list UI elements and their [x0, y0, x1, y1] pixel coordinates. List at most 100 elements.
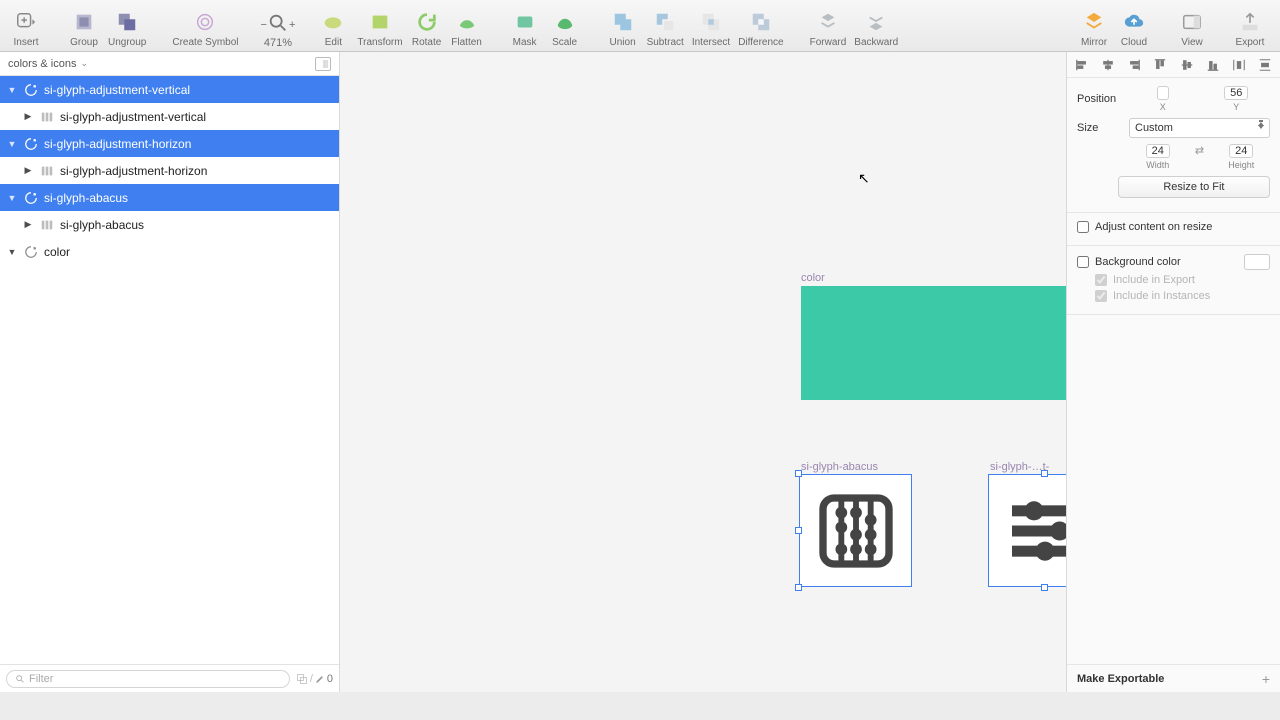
magnifier-icon[interactable]: [267, 12, 289, 37]
flatten-button[interactable]: Flatten: [447, 9, 487, 49]
search-icon: [15, 674, 25, 684]
artboard-abacus[interactable]: [799, 474, 912, 587]
layer-row[interactable]: ▶si-glyph-adjustment-horizon: [0, 157, 339, 184]
resize-options-section: Adjust content on resize: [1067, 213, 1280, 246]
mirror-button[interactable]: Mirror: [1074, 9, 1114, 49]
insert-button[interactable]: Insert: [6, 9, 46, 49]
height-input[interactable]: 24: [1229, 144, 1253, 158]
backward-button[interactable]: Backward: [850, 9, 902, 49]
canvas[interactable]: ↖ color si-glyph-abacus si-glyph-…t-hori…: [340, 52, 1066, 692]
cloud-button[interactable]: Cloud: [1114, 9, 1154, 49]
symbol-icon: [192, 9, 218, 35]
view-icon: [1179, 9, 1205, 35]
transform-button[interactable]: Transform: [353, 9, 406, 49]
mirror-icon: [1081, 9, 1107, 35]
artboard-label-abacus[interactable]: si-glyph-abacus: [801, 461, 878, 473]
abacus-glyph-icon: [812, 487, 900, 575]
zoom-in-button[interactable]: +: [289, 19, 295, 31]
background-color-checkbox[interactable]: Background color: [1077, 254, 1270, 270]
include-export-checkbox: Include in Export: [1077, 274, 1270, 286]
disclosure-open-icon[interactable]: ▼: [6, 247, 18, 257]
toolbar: Insert Group Ungroup Create Symbol − + 4…: [0, 0, 1280, 52]
sidebar-footer: Filter / 0: [0, 664, 339, 692]
resize-to-fit-button[interactable]: Resize to Fit: [1118, 176, 1270, 198]
selection-handle[interactable]: [795, 584, 802, 591]
layer-row[interactable]: ▶ si-glyph-abacus: [0, 211, 339, 238]
size-label: Size: [1077, 122, 1129, 134]
group-icon: [71, 9, 97, 35]
disclosure-open-icon[interactable]: ▼: [6, 193, 18, 203]
layer-row[interactable]: ▶ si-glyph-adjustment-vertical: [0, 103, 339, 130]
panel-toggle-icon[interactable]: [315, 57, 331, 71]
rotate-button[interactable]: Rotate: [407, 9, 447, 49]
scale-icon: [552, 9, 578, 35]
mask-button[interactable]: Mask: [505, 9, 545, 49]
disclosure-closed-icon[interactable]: ▶: [22, 219, 34, 230]
page-title: colors & icons: [8, 58, 76, 70]
width-input[interactable]: 24: [1146, 144, 1170, 158]
selection-handle[interactable]: [1041, 584, 1048, 591]
position-y-input[interactable]: 56: [1224, 86, 1248, 100]
layer-name: si-glyph-abacus: [60, 218, 144, 232]
position-x-input[interactable]: [1157, 86, 1169, 100]
align-right-icon[interactable]: [1125, 57, 1143, 73]
align-vcenter-icon[interactable]: [1178, 57, 1196, 73]
layer-name: si-glyph-adjustment-vertical: [60, 110, 206, 124]
distribute-v-icon[interactable]: [1256, 57, 1274, 73]
align-tools: [1067, 52, 1280, 78]
selection-handle[interactable]: [1041, 470, 1048, 477]
align-bottom-icon[interactable]: [1204, 57, 1222, 73]
layer-row[interactable]: ▼si-glyph-abacus: [0, 184, 339, 211]
plus-icon: +: [1262, 671, 1270, 687]
artboard-icon: [22, 82, 40, 98]
difference-button[interactable]: Difference: [734, 9, 787, 49]
group-layer-icon: [38, 163, 56, 179]
layer-row[interactable]: ▼ si-glyph-adjustment-vertical: [0, 76, 339, 103]
scale-button[interactable]: Scale: [545, 9, 585, 49]
disclosure-open-icon[interactable]: ▼: [6, 139, 18, 149]
make-exportable-button[interactable]: Make Exportable +: [1067, 664, 1280, 692]
layer-list[interactable]: ▼si-glyph-adjustment-vertical▶si-glyph-a…: [0, 76, 339, 664]
export-button[interactable]: Export: [1230, 9, 1270, 49]
layer-row[interactable]: ▼ si-glyph-adjustment-horizon: [0, 130, 339, 157]
align-left-icon[interactable]: [1073, 57, 1091, 73]
size-mode-select[interactable]: Custom: [1129, 118, 1270, 138]
adjust-horizontal-icon: [1001, 487, 1066, 575]
edit-button[interactable]: Edit: [313, 9, 353, 49]
forward-button[interactable]: Forward: [806, 9, 851, 49]
lock-aspect-icon[interactable]: ⇄: [1193, 144, 1207, 170]
page-selector[interactable]: colors & icons ⌄: [0, 52, 339, 76]
group-layer-icon: [38, 217, 56, 233]
artboard-horizon[interactable]: [988, 474, 1066, 587]
view-button[interactable]: View: [1172, 9, 1212, 49]
layer-name: si-glyph-adjustment-horizon: [44, 137, 191, 151]
artboard-label-color[interactable]: color: [801, 272, 825, 284]
artboard-color[interactable]: [801, 286, 1066, 400]
color-swatch[interactable]: [1244, 254, 1270, 270]
position-label: Position: [1077, 93, 1129, 105]
disclosure-closed-icon[interactable]: ▶: [22, 111, 34, 122]
adjust-content-checkbox[interactable]: Adjust content on resize: [1077, 221, 1270, 233]
align-top-icon[interactable]: [1151, 57, 1169, 73]
group-layer-icon: [38, 109, 56, 125]
cursor-icon: ↖: [858, 170, 870, 187]
disclosure-open-icon[interactable]: ▼: [6, 85, 18, 95]
ungroup-button[interactable]: Ungroup: [104, 9, 150, 49]
layer-row[interactable]: ▼color: [0, 238, 339, 265]
filter-input[interactable]: Filter: [6, 670, 290, 688]
create-symbol-button[interactable]: Create Symbol: [168, 9, 242, 49]
disclosure-closed-icon[interactable]: ▶: [22, 165, 34, 176]
difference-icon: [748, 9, 774, 35]
group-button[interactable]: Group: [64, 9, 104, 49]
selection-handle[interactable]: [795, 470, 802, 477]
position-size-section: Position X 56Y Size Custom 24Width ⇄ 24H…: [1067, 78, 1280, 213]
selection-handle[interactable]: [795, 527, 802, 534]
layer-name: si-glyph-adjustment-vertical: [44, 83, 190, 97]
align-hcenter-icon[interactable]: [1099, 57, 1117, 73]
intersect-button[interactable]: Intersect: [688, 9, 734, 49]
include-instances-checkbox: Include in Instances: [1077, 290, 1270, 302]
subtract-button[interactable]: Subtract: [643, 9, 688, 49]
ungroup-icon: [114, 9, 140, 35]
distribute-h-icon[interactable]: [1230, 57, 1248, 73]
union-button[interactable]: Union: [603, 9, 643, 49]
